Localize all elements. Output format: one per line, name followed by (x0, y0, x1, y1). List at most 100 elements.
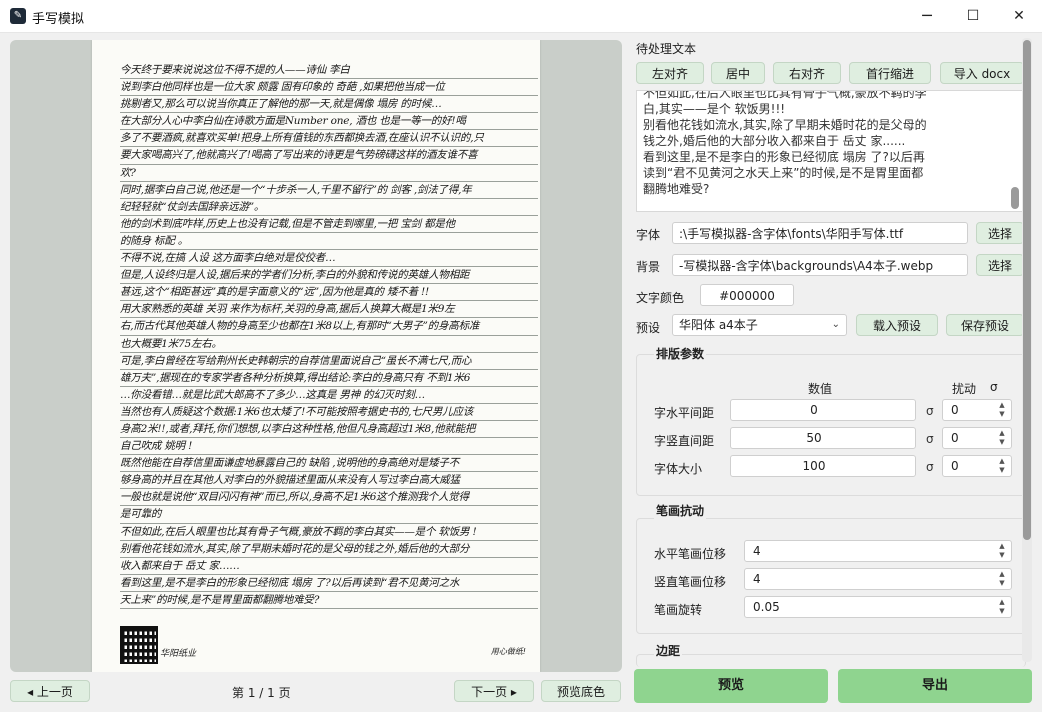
sigma-label: σ (926, 432, 934, 446)
text-line: 读到“君不见黄河之水天上来”的时候,是不是胃里面都 (643, 166, 924, 180)
settings-scroll-thumb[interactable] (1023, 40, 1031, 540)
load-preset-button[interactable]: 载入预设 (856, 314, 938, 336)
align-left-button[interactable]: 左对齐 (636, 62, 704, 84)
handwriting-line: 甚远,这个“相距甚远”真的是字面意义的“远”,因为他是真的 矮不着 !! (120, 284, 538, 302)
choose-background-button[interactable]: 选择 (976, 254, 1024, 276)
h-stroke-offset-field[interactable]: 4 ▲ ▼ (744, 540, 1012, 562)
preset-label: 预设 (636, 321, 661, 335)
font-label: 字体 (636, 228, 661, 242)
v-stroke-offset-field[interactable]: 4 ▲ ▼ (744, 568, 1012, 590)
value-column-header: 数值 (808, 382, 833, 396)
settings-scrollbar[interactable] (1022, 38, 1032, 662)
handwriting-line: 用大家熟悉的英雄 关羽 来作为标杆,关羽的身高,据后人换算大概是1米9左 (120, 301, 538, 319)
sigma-label: σ (926, 404, 934, 418)
h-spacing-value[interactable]: 0 (730, 399, 916, 421)
handwriting-line: 天上来”的时候,是不是胃里面都翻腾地难受? (120, 592, 538, 609)
text-line: 看到这里,是不是李白的形象已经彻底 塌房 了?以后再 (643, 150, 925, 164)
h-stroke-offset-label: 水平笔画位移 (654, 547, 727, 561)
handwriting-line: 收入都来自于 岳丈 家…… (120, 558, 538, 575)
margins-group (636, 654, 1026, 667)
text-scroll-thumb[interactable] (1011, 187, 1019, 209)
import-docx-button[interactable]: 导入 docx (940, 62, 1024, 84)
choose-font-button[interactable]: 选择 (976, 222, 1024, 244)
h-spacing-jitter[interactable]: 0 ▲ ▼ (942, 399, 1012, 421)
font-size-label: 字体大小 (654, 462, 703, 476)
text-line: 白,其实——是个 软饭男!!! (643, 102, 786, 116)
handwriting-line: 要大家喝高兴了,他就高兴了!喝高了写出来的诗更是气势磅礴这样的酒友谁不喜 (120, 147, 538, 165)
font-size-value[interactable]: 100 (730, 455, 916, 477)
handwriting-line: 不得不说,在搞 人设 这方面李白绝对是佼佼者… (120, 250, 538, 268)
spin-arrows-icon: ▲ ▼ (999, 401, 1005, 418)
stroke-jitter-title: 笔画抗动 (654, 502, 707, 519)
background-label: 背景 (636, 260, 661, 274)
handwriting-line: 当然也有人质疑这个数据:1米6也太矮了!不可能按照考据史书的,七尺男儿应该 (120, 404, 538, 421)
next-page-button[interactable]: 下一页 ▸ (454, 680, 534, 702)
center-button[interactable]: 居中 (711, 62, 765, 84)
handwriting-line: 他的剑术到底咋样,历史上也没有记载,但是不管走到哪里,一把 宝剑 都是他 (120, 216, 538, 233)
close-button[interactable]: ✕ (996, 0, 1042, 32)
handwriting-line: 一般也就是说他“双目闪闪有神”而已,所以,身高不足1米6这个推测我个人觉得 (120, 489, 538, 507)
font-path-field[interactable]: :\手写模拟器-含字体\fonts\华阳手写体.ttf (672, 222, 968, 244)
maximize-button[interactable]: ☐ (950, 0, 996, 32)
minimize-button[interactable]: ─ (904, 0, 950, 32)
text-color-label: 文字颜色 (636, 291, 685, 305)
spin-arrows-icon: ▲ ▼ (999, 570, 1005, 587)
first-line-indent-button[interactable]: 首行缩进 (849, 62, 931, 84)
handwriting-line: 今天终于要来说说这位不得不提的人——诗仙 李白 (120, 62, 538, 80)
text-line: 别看他花钱如流水,其实,除了早期未婚时花的是父母的 (643, 118, 927, 132)
paper-footer: 用心做纸! (490, 647, 526, 656)
align-right-button[interactable]: 右对齐 (773, 62, 841, 84)
handwriting-line: 说到李白他同样也是一位大家 颇露 固有印象的 奇葩 ,如果把他当成一位 (120, 79, 538, 97)
background-path-field[interactable]: -写模拟器-含字体\backgrounds\A4本子.webp (672, 254, 968, 276)
handwriting-line: 不但如此,在后人眼里也比其有骨子气概,豪放不羁的李白其实——是个 软饭男 ! (120, 524, 538, 541)
font-size-jitter[interactable]: 0 ▲ ▼ (942, 455, 1012, 477)
handwriting-lines: 今天终于要来说说这位不得不提的人——诗仙 李白 说到李白他同样也是一位大家 颇露 … (120, 62, 538, 609)
stroke-rotation-field[interactable]: 0.05 ▲ ▼ (744, 596, 1012, 618)
layout-params-title: 排版参数 (654, 345, 707, 362)
qr-code (120, 626, 158, 664)
handwriting-line: 纪轻轻就“仗剑去国辞亲远游”。 (120, 199, 538, 216)
preview-button[interactable]: 预览 (634, 669, 828, 703)
handwriting-line: 同时,据李白自己说,他还是一个“十步杀一人,千里不留行”的 剑客 ,剑法了得,年 (120, 182, 538, 199)
handwriting-line: 的随身 标配 。 (120, 233, 538, 251)
save-preset-button[interactable]: 保存预设 (946, 314, 1024, 336)
handwriting-line: 多了不要酒疯,就喜欢买单!把身上所有值钱的东西都换去酒,在座认识不认识的,只 (120, 130, 538, 148)
app-icon: ✎ (10, 8, 26, 24)
export-button[interactable]: 导出 (838, 669, 1032, 703)
spin-arrows-icon: ▲ ▼ (999, 542, 1005, 559)
handwriting-line: 身高2米!!,或者,拜托,你们想想,以李白这种性格,他但凡身高超过1米8,他就能… (120, 421, 538, 439)
handwriting-line: 也大概要1米75左右。 (120, 336, 538, 353)
spin-arrows-icon: ▲ ▼ (999, 457, 1005, 474)
handwriting-line: 是可靠的 (120, 506, 538, 524)
qr-caption: 华阳纸业 (160, 649, 197, 659)
preset-selected: 华阳体 a4本子 (679, 318, 758, 332)
handwriting-line: 但是,人设终归是人设,据后来的学者们分析,李白的外貌和传说的英雄人物相距 (120, 267, 538, 285)
handwriting-line: 右,而古代其他英雄人物的身高至少也都在1米8以上,有那时“大男子”的身高标准 (120, 318, 538, 336)
handwriting-line: 够身高的并且在其他人对李白的外貌描述里面从来没有人写过李白高大威猛 (120, 472, 538, 490)
handwriting-line: 自己吹成 姚明 ! (120, 438, 538, 456)
handwriting-line: …你没看错…就是比武大郎高不了多少…这真是 男神 的幻灭时刻… (120, 387, 538, 404)
text-color-field[interactable]: #000000 (700, 284, 794, 306)
handwriting-line: 可是,李白曾经在写给荆州长史韩朝宗的自荐信里面说自己“虽长不满七尺,而心 (120, 353, 538, 370)
handwriting-line: 既然他能在自荐信里面谦虚地暴露自己的 缺陷 ,说明他的身高绝对是矮子不 (120, 455, 538, 473)
v-spacing-jitter[interactable]: 0 ▲ ▼ (942, 427, 1012, 449)
preset-select[interactable]: 华阳体 a4本子 ⌄ (672, 314, 847, 336)
handwriting-line: 看到这里,是不是李白的形象已经彻底 塌房 了?以后再读到“君不见黄河之水 (120, 575, 538, 592)
handwriting-line: 挑剔者又,那么可以说当你真正了解他的那一天,就是偶像 塌房 的时候… (120, 96, 538, 114)
handwriting-line: 雄万夫”,据现在的专家学者各种分析换算,得出结论:李白的身高只有 不到1米6 (120, 370, 538, 387)
text-line: 钱之外,婚后他的大部分收入都来自于 岳丈 家...... (643, 134, 906, 148)
handwriting-line: 在大部分人心中李白仙在诗歌方面是Number one, 酒也 也是一等一的好!喝 (120, 113, 538, 131)
title-bar: ✎ 手写模拟 ─ ☐ ✕ (0, 0, 1042, 33)
spin-arrows-icon: ▲ ▼ (999, 598, 1005, 615)
source-text-area[interactable]: 不但如此,在后人眼里也比其有骨子气概,豪放不羁的李 白,其实——是个 软饭男!!… (636, 90, 1024, 212)
sigma-label: σ (926, 460, 934, 474)
prev-page-button[interactable]: ◂ 上一页 (10, 680, 90, 702)
stroke-rotation-label: 笔画旋转 (654, 603, 703, 617)
preview-bg-button[interactable]: 预览底色 (541, 680, 621, 702)
handwriting-line: 欢? (120, 165, 538, 182)
h-spacing-label: 字水平间距 (654, 406, 715, 420)
text-line: 不但如此,在后人眼里也比其有骨子气概,豪放不羁的李 (643, 90, 927, 100)
v-spacing-value[interactable]: 50 (730, 427, 916, 449)
text-line: 翻腾地难受? (643, 182, 710, 196)
v-stroke-offset-label: 竖直笔画位移 (654, 575, 727, 589)
